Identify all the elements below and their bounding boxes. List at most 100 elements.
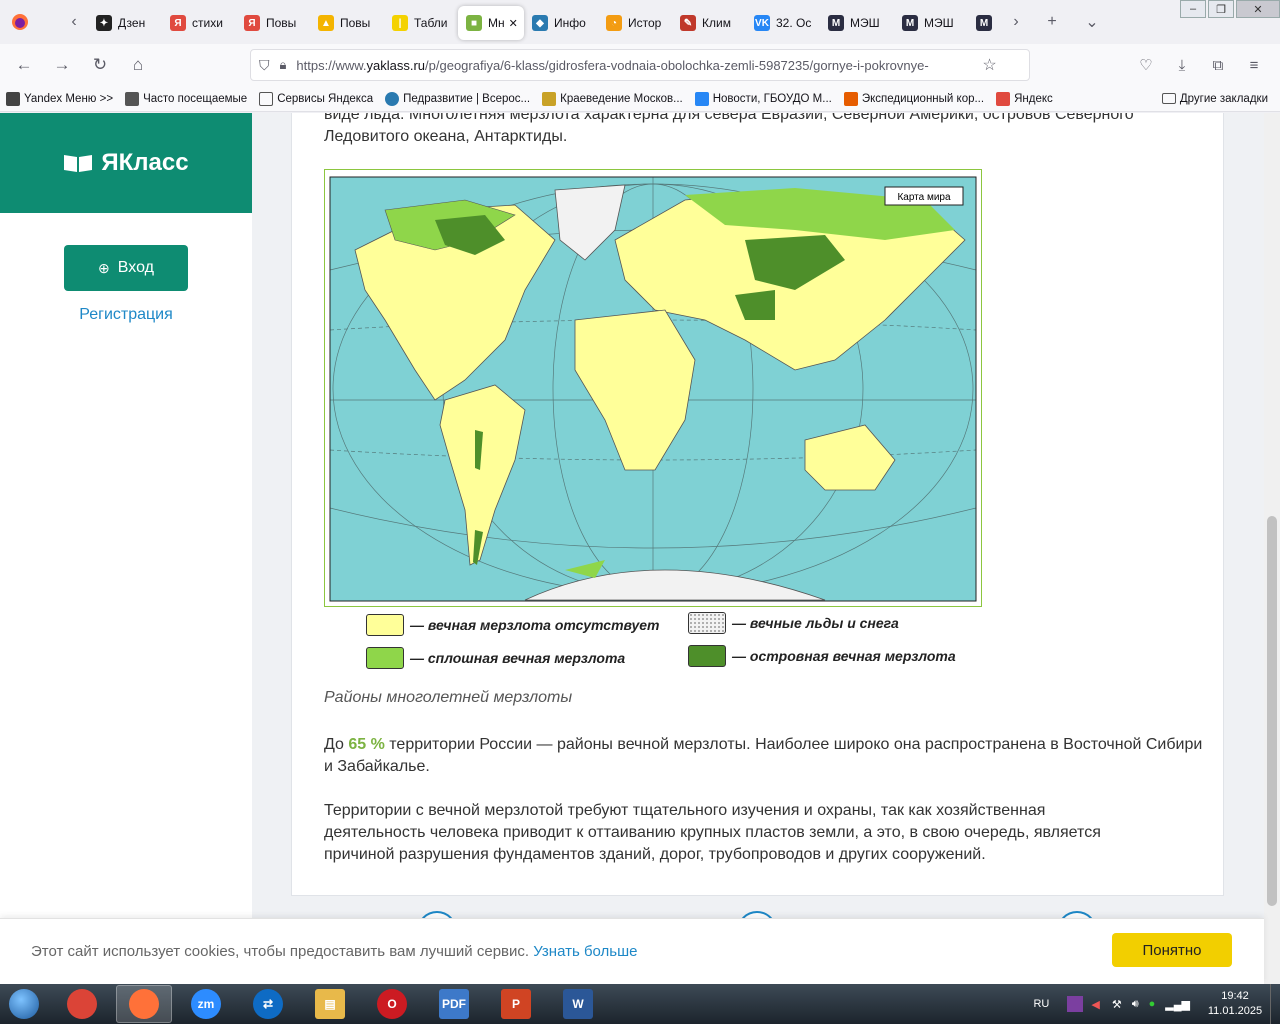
browser-tab[interactable]: ◔ Истор: [598, 6, 672, 40]
bookmarks-toolbar: Yandex Меню >> Часто посещаемые Сервисы Ян…: [0, 86, 1280, 112]
bookmark-item[interactable]: Экспедиционный кор...: [838, 91, 990, 106]
taskbar-app[interactable]: zm: [178, 985, 234, 1023]
start-button[interactable]: [0, 984, 48, 1024]
cookie-banner: Этот сайт использует cookies, чтобы пред…: [0, 918, 1264, 984]
url-text[interactable]: https://www.yaklass.ru/p/geografiya/6-kl…: [296, 58, 976, 73]
legend-label: — сплошная вечная мерзлота: [410, 650, 626, 666]
bookmark-label: Yandex Меню >>: [24, 92, 114, 105]
clock[interactable]: 19:42 11.01.2025: [1200, 989, 1270, 1019]
lock-icon[interactable]: 🔒︎: [280, 57, 287, 73]
onenote-icon[interactable]: [1067, 996, 1084, 1012]
browser-tab[interactable]: ◆ Инфо: [524, 6, 598, 40]
bookmark-label: Новости, ГБОУДО М...: [712, 92, 832, 105]
tracking-shield-icon[interactable]: ⛉: [259, 57, 270, 74]
taskbar-app[interactable]: W: [550, 985, 606, 1023]
reload-icon[interactable]: ↻: [82, 49, 118, 81]
bookmark-label: Яндекс: [1014, 92, 1053, 105]
security-icon[interactable]: ●: [1149, 998, 1156, 1010]
network-tools-icon[interactable]: ⚒: [1112, 998, 1122, 1011]
home-icon[interactable]: ⌂: [120, 49, 156, 81]
bookmark-item[interactable]: Краеведение Москов...: [536, 91, 689, 106]
extensions-icon[interactable]: ⧉: [1200, 49, 1236, 81]
tab-favicon-icon: ✎: [680, 15, 696, 31]
taskbar-app[interactable]: [116, 985, 172, 1023]
bookmark-item[interactable]: Новости, ГБОУДО М...: [689, 91, 838, 106]
register-link[interactable]: Регистрация: [0, 306, 252, 324]
yandex-icon: [996, 91, 1011, 106]
scroll-tabs-left-icon[interactable]: ‹: [60, 8, 88, 36]
intro-paragraph: виде льда. Многолетняя мерзлота характер…: [324, 113, 1134, 145]
zoom-icon: zm: [191, 989, 221, 1019]
bookmark-item[interactable]: Педразвитие | Всерос...: [379, 91, 536, 106]
clock-date: 11.01.2025: [1207, 1005, 1263, 1017]
tab-label: Клим: [702, 16, 731, 30]
browser-tab[interactable]: ✎ Клим: [672, 6, 746, 40]
list-tabs-icon[interactable]: ⌄: [1078, 8, 1106, 36]
word-icon: W: [563, 989, 593, 1019]
taskbar-app[interactable]: O: [364, 985, 420, 1023]
speaker-mute-icon[interactable]: ◀: [1091, 998, 1099, 1011]
browser-tab[interactable]: | Табли: [384, 6, 458, 40]
browser-tab[interactable]: M МЭШ: [894, 6, 968, 40]
firefox-icon: [129, 989, 159, 1019]
browser-tab[interactable]: M МЭШ: [820, 6, 894, 40]
bookmark-item[interactable]: Часто посещаемые: [119, 91, 253, 106]
downloads-icon[interactable]: ⤓: [1164, 49, 1200, 81]
tab-favicon-icon: ▲: [318, 15, 334, 31]
accept-cookies-button[interactable]: Понятно: [1112, 933, 1232, 967]
taskbar-app[interactable]: ▤: [302, 985, 358, 1023]
minimize-icon[interactable]: –: [1180, 0, 1206, 18]
new-tab-icon[interactable]: +: [1038, 8, 1066, 36]
browser-tab[interactable]: M: [968, 6, 1002, 40]
language-indicator[interactable]: RU: [1033, 998, 1049, 1010]
tab-label: Повы: [340, 16, 371, 30]
taskbar-app[interactable]: ⇄: [240, 985, 296, 1023]
browser-tab[interactable]: ■ Мн ✕: [458, 6, 524, 40]
volume-icon[interactable]: 🔊︎: [1132, 998, 1139, 1011]
learn-more-link[interactable]: Узнать больше: [533, 943, 637, 960]
scroll-tabs-right-icon[interactable]: ›: [1002, 8, 1030, 36]
taskbar-app[interactable]: [54, 985, 110, 1023]
address-bar[interactable]: ⛉ 🔒︎ https://www.yaklass.ru/p/geografiya…: [250, 49, 1030, 81]
browser-tab[interactable]: Ястихи: [162, 6, 236, 40]
legend-item-island-permafrost: — островная вечная мерзлота: [688, 645, 956, 667]
browser-tab[interactable]: ▲ Повы: [310, 6, 384, 40]
opera-icon: O: [377, 989, 407, 1019]
clock-time: 19:42: [1221, 990, 1249, 1002]
tab-label: Мн: [488, 16, 505, 30]
navigation-bar: ← → ↻ ⌂ ⛉ 🔒︎ https://www.yaklass.ru/p/ge…: [0, 44, 1280, 86]
book-icon: [64, 155, 93, 172]
forward-icon[interactable]: →: [44, 49, 80, 81]
tab-favicon-icon: ✦: [96, 15, 112, 31]
tab-favicon-icon: Я: [244, 15, 260, 31]
browser-tab[interactable]: ✦ Дзен: [88, 6, 162, 40]
login-button[interactable]: ⊕ Вход: [64, 245, 188, 291]
taskbar-app[interactable]: PDF: [426, 985, 482, 1023]
tab-favicon-icon: VK: [754, 15, 770, 31]
firefox-menu-icon[interactable]: [6, 8, 34, 36]
taskbar-app[interactable]: P: [488, 985, 544, 1023]
back-icon[interactable]: ←: [6, 49, 42, 81]
chrome-icon: [67, 989, 97, 1019]
legend-item-continuous-permafrost: — сплошная вечная мерзлота: [366, 647, 625, 669]
protection-paragraph: Территории с вечной мерзлотой требуют тщ…: [324, 802, 1101, 863]
bookmark-item[interactable]: Яндекс: [990, 91, 1059, 106]
close-tab-icon[interactable]: ✕: [509, 17, 518, 30]
other-bookmarks[interactable]: Другие закладки: [1156, 93, 1274, 105]
app-menu-icon[interactable]: ≡: [1236, 49, 1272, 81]
close-window-icon[interactable]: ✕: [1236, 0, 1280, 18]
scrollbar-thumb[interactable]: [1267, 516, 1277, 906]
bookmark-item[interactable]: Yandex Меню >>: [0, 91, 119, 106]
show-desktop-button[interactable]: [1270, 984, 1280, 1024]
maximize-icon[interactable]: ❐: [1208, 0, 1234, 18]
other-bookmarks-label: Другие закладки: [1179, 92, 1268, 105]
browser-tab[interactable]: VK 32. Ос: [746, 6, 820, 40]
bookmark-item[interactable]: Сервисы Яндекса: [253, 91, 379, 106]
browser-tab[interactable]: Я Повы: [236, 6, 310, 40]
page-content: ЯКласс ⊕ Вход Регистрация виде льда. Мно…: [0, 113, 1280, 984]
signal-icon[interactable]: ▂▄▆: [1165, 998, 1190, 1011]
bookmark-star-icon[interactable]: ☆: [982, 55, 996, 75]
pocket-icon[interactable]: ♡: [1128, 49, 1164, 81]
yaklass-logo[interactable]: ЯКласс: [0, 113, 252, 213]
page-scrollbar[interactable]: [1264, 113, 1280, 984]
